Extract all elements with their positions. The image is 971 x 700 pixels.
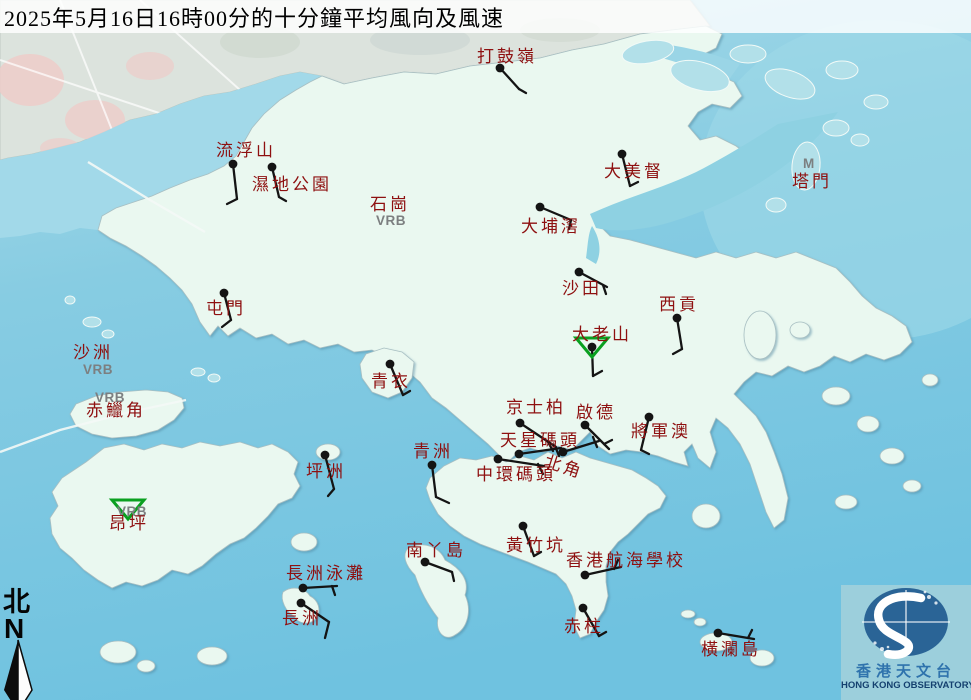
station-label: 赤柱 xyxy=(564,617,604,636)
station-dot xyxy=(386,360,395,369)
station-label: 南丫島 xyxy=(406,541,466,560)
vrb-text: VRB xyxy=(83,362,113,377)
hko-emblem xyxy=(841,585,971,659)
hko-name-en: HONG KONG OBSERVATORY xyxy=(841,680,971,692)
station-dot xyxy=(645,413,654,422)
station-label: 昂坪 xyxy=(109,514,149,533)
station-label: 長洲 xyxy=(282,609,322,628)
hong-kong-wind-map: 打鼓嶺流浮山濕地公園VRB石崗大美督M塔門大埔滘沙田西貢大老山屯門VRB沙洲VR… xyxy=(0,0,971,700)
station-label: 天星碼頭 xyxy=(500,431,580,450)
station-label: 橫瀾島 xyxy=(701,640,761,659)
station-label: 將軍澳 xyxy=(631,422,691,441)
station-label: 香港航海學校 xyxy=(566,551,686,570)
station-label: 啟德 xyxy=(576,403,616,422)
station-dot xyxy=(516,419,525,428)
station-dot xyxy=(714,629,723,638)
station-label: 西貢 xyxy=(659,295,699,314)
station-dot xyxy=(220,289,229,298)
station-label: 濕地公園 xyxy=(252,175,332,194)
station-dot xyxy=(494,455,503,464)
station-label: 青洲 xyxy=(413,442,453,461)
station-dot xyxy=(268,163,277,172)
station-label: 赤鱲角 xyxy=(86,401,146,420)
station-dot xyxy=(321,451,330,460)
station-dot xyxy=(519,522,528,531)
station-label: 流浮山 xyxy=(216,141,276,160)
station-dot xyxy=(618,150,627,159)
station-dot xyxy=(575,268,584,277)
station-dot xyxy=(673,314,682,323)
station-dot xyxy=(299,584,308,593)
station-label: 京士柏 xyxy=(506,398,566,417)
hko-logo: 香港天文台 HONG KONG OBSERVATORY xyxy=(841,585,971,700)
wind-map-page: 打鼓嶺流浮山濕地公園VRB石崗大美督M塔門大埔滘沙田西貢大老山屯門VRB沙洲VR… xyxy=(0,0,971,700)
station-label: 大美督 xyxy=(604,162,664,181)
station-dot xyxy=(428,461,437,470)
maintenance-flag: M xyxy=(803,156,815,171)
station-label: 坪洲 xyxy=(306,462,346,481)
station-label: 大老山 xyxy=(572,325,632,344)
station-label: 大埔滘 xyxy=(521,217,581,236)
station-label: 黃竹坑 xyxy=(506,536,566,555)
title-bar: 2025年5月16日16時00分的十分鐘平均風向及風速 xyxy=(0,0,971,33)
station-label: 長洲泳灘 xyxy=(286,564,366,583)
hko-name-zh: 香港天文台 xyxy=(841,664,971,680)
station-dot xyxy=(581,571,590,580)
station-dot xyxy=(536,203,545,212)
map-title: 2025年5月16日16時00分的十分鐘平均風向及風速 xyxy=(0,1,504,33)
station-label: 青衣 xyxy=(371,372,411,391)
station-ngong-ping: VRB昂坪 xyxy=(109,500,149,533)
station-label: 石崗 xyxy=(370,195,410,214)
station-label: 打鼓嶺 xyxy=(477,47,537,66)
station-dot xyxy=(229,160,238,169)
station-dot xyxy=(297,599,306,608)
station-label: 屯門 xyxy=(206,299,246,318)
station-label: 塔門 xyxy=(792,172,832,191)
station-label: 沙洲 xyxy=(73,343,113,362)
station-label: 沙田 xyxy=(562,279,602,298)
station-dot xyxy=(579,604,588,613)
north-label-n: N xyxy=(4,613,24,644)
station-shek-kong: VRB石崗 xyxy=(370,195,410,228)
vrb-text: VRB xyxy=(376,213,406,228)
station-dot xyxy=(515,450,524,459)
